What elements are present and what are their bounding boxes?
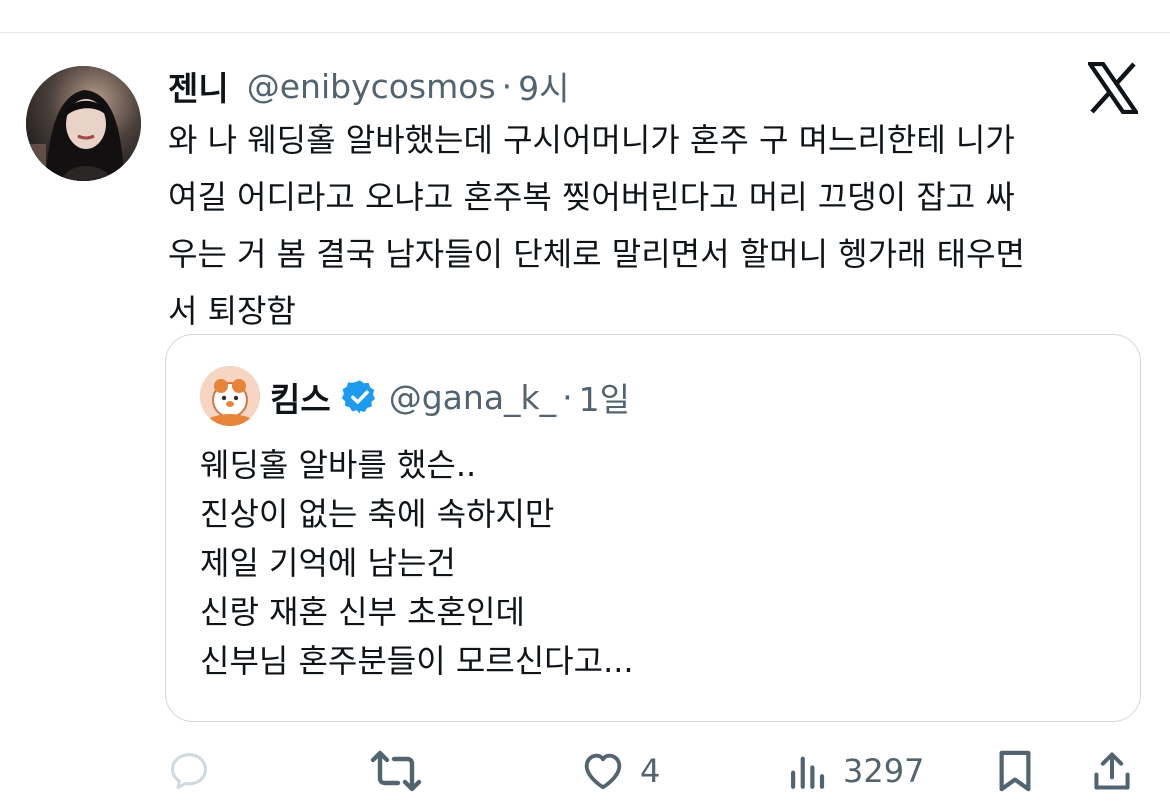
quote-author-handle[interactable]: @gana_k_	[389, 378, 556, 417]
reply-icon	[166, 748, 212, 794]
tweet-text-line: 우는 거 봄 결국 남자들이 단체로 말리면서 할머니 헹가래 태우면	[168, 235, 1025, 273]
share-icon	[1090, 748, 1134, 794]
quote-header: 킴스 @gana_k_ · 1일	[270, 373, 630, 421]
author-handle[interactable]: @enibycosmos	[247, 67, 496, 106]
quote-header-separator: ·	[562, 377, 573, 417]
author-name[interactable]: 젠니	[168, 62, 229, 110]
quote-text-line: 웨딩홀 알바를 했슨..	[200, 446, 477, 484]
heart-icon	[580, 748, 626, 794]
like-button[interactable]: 4	[580, 740, 660, 802]
bookmark-icon	[994, 748, 1036, 794]
tweet-time[interactable]: 9시	[518, 62, 569, 110]
share-button[interactable]	[1090, 740, 1134, 802]
quote-time[interactable]: 1일	[579, 373, 630, 421]
tweet-header: 젠니 @enibycosmos · 9시	[168, 60, 570, 112]
quote-text-line: 제일 기억에 남는건	[200, 544, 456, 582]
quote-text-line: 신부님 혼주분들이 모르신다고...	[200, 642, 634, 680]
reply-button[interactable]	[166, 740, 226, 802]
quote-text: 웨딩홀 알바를 했슨.. 진상이 없는 축에 속하지만 제일 기억에 남는건 신…	[200, 441, 634, 686]
quote-author-name[interactable]: 킴스	[270, 373, 331, 421]
top-divider	[0, 32, 1170, 33]
verified-badge-icon	[341, 378, 379, 416]
views-icon	[787, 750, 829, 792]
quote-tweet-card[interactable]: 킴스 @gana_k_ · 1일 웨딩홀 알바를 했슨.. 진상이 없는 축에 …	[165, 334, 1141, 722]
bookmark-button[interactable]	[994, 740, 1036, 802]
views-count: 3297	[843, 752, 925, 790]
tweet-screen: 젠니 @enibycosmos · 9시 와 나 웨딩홀 알바했는데 구시어머니…	[0, 0, 1170, 810]
header-separator: ·	[501, 66, 513, 106]
retweet-button[interactable]	[368, 740, 438, 802]
tweet-text-line: 와 나 웨딩홀 알바했는데 구시어머니가 혼주 구 며느리한테 니가	[168, 121, 1015, 159]
quote-text-line: 진상이 없는 축에 속하지만	[200, 495, 555, 533]
author-avatar[interactable]	[26, 66, 141, 181]
quote-text-line: 신랑 재혼 신부 초혼인데	[200, 593, 525, 631]
retweet-icon	[368, 747, 424, 795]
like-count: 4	[640, 752, 661, 790]
tweet-text-line: 서 퇴장함	[168, 292, 296, 330]
x-logo-icon	[1086, 61, 1140, 115]
quote-author-avatar[interactable]	[200, 366, 260, 426]
tweet-text: 와 나 웨딩홀 알바했는데 구시어머니가 혼주 구 며느리한테 니가 여길 어디…	[168, 112, 1148, 340]
views-button[interactable]: 3297	[787, 740, 924, 802]
tweet-text-line: 여길 어디라고 오냐고 혼주복 찢어버린다고 머리 끄댕이 잡고 싸	[168, 178, 1015, 216]
